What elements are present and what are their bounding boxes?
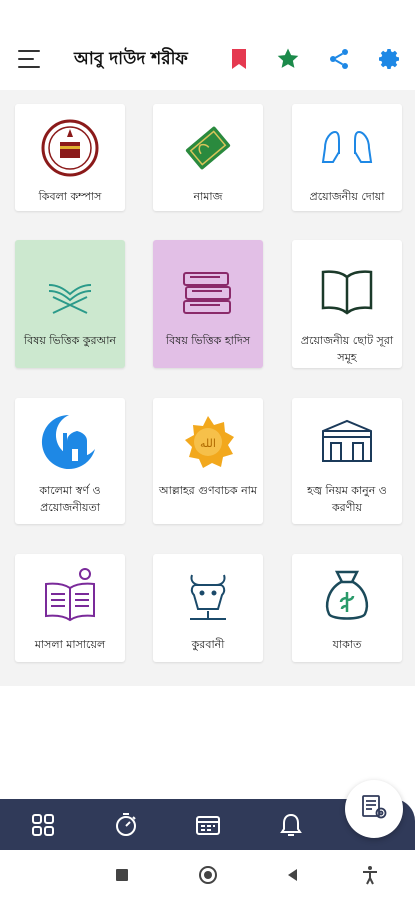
mosque-moon-icon <box>38 410 102 474</box>
grid-item-label: কিবলা কম্পাস <box>38 190 102 203</box>
allah-badge-icon: الله <box>176 410 240 474</box>
list-settings-button[interactable] <box>345 780 403 838</box>
quran-stand-icon <box>38 260 102 324</box>
prayer-mat-icon <box>176 116 240 180</box>
accessibility-icon[interactable] <box>359 864 381 886</box>
list-settings-icon <box>360 793 388 825</box>
book-idea-icon <box>38 564 102 628</box>
grid-item-label: প্রয়োজনীয় দোয়া <box>309 190 385 203</box>
grid-icon[interactable] <box>29 811 57 839</box>
books-icon <box>176 260 240 324</box>
grid-item-namaz[interactable]: নামাজ <box>153 104 263 211</box>
grid-item-hajj[interactable]: হজ্ব নিয়ম কানুন ও করণীয় <box>292 398 402 524</box>
grid-item-label: প্রয়োজনীয় ছোট সূরা সমূহ <box>300 334 394 364</box>
praying-hands-icon <box>315 116 379 180</box>
grid-item-label: কালেমা স্বর্ণ ও প্রয়োজনীয়তা <box>39 484 101 514</box>
bell-icon[interactable] <box>277 811 305 839</box>
timer-icon[interactable] <box>112 811 140 839</box>
grid-item-hadith-topics[interactable]: বিষয় ভিত্তিক হাদিস <box>153 240 263 368</box>
grid-item-dua[interactable]: প্রয়োজনীয় দোয়া <box>292 104 402 211</box>
grid-item-label: হজ্ব নিয়ম কানুন ও করণীয় <box>307 484 387 514</box>
settings-icon[interactable] <box>376 46 402 72</box>
money-bag-icon <box>315 564 379 628</box>
recents-icon[interactable] <box>111 864 133 886</box>
calendar-icon[interactable] <box>194 811 222 839</box>
back-icon[interactable] <box>282 864 304 886</box>
app-bar: আবু দাউদ শরীফ <box>0 0 415 90</box>
grid-item-label: মাসলা মাসায়েল <box>34 638 106 651</box>
app-screen: আবু দাউদ শরীফ কিবলা কম্পাস নামাজ প্রয়োজ… <box>0 0 415 900</box>
grid-item-label: যাকাত <box>332 638 362 651</box>
menu-icon[interactable] <box>14 44 44 74</box>
grid-item-label: আল্লাহর গুণবাচক নাম <box>159 484 257 497</box>
grid-item-zakat[interactable]: যাকাত <box>292 554 402 662</box>
grid-item-asmaul-husna[interactable]: الله আল্লাহর গুণবাচক নাম <box>153 398 263 524</box>
kaaba-icon <box>315 410 379 474</box>
open-book-icon <box>315 260 379 324</box>
share-icon[interactable] <box>326 46 352 72</box>
cow-icon <box>176 564 240 628</box>
grid-item-masala[interactable]: মাসলা মাসায়েল <box>15 554 125 662</box>
grid-item-kalema[interactable]: কালেমা স্বর্ণ ও প্রয়োজনীয়তা <box>15 398 125 524</box>
app-title: আবু দাউদ শরীফ <box>74 46 192 74</box>
grid-item-label: বিষয় ভিত্তিক হাদিস <box>165 334 251 347</box>
feature-grid: কিবলা কম্পাস নামাজ প্রয়োজনীয় দোয়া বিষ… <box>0 90 415 686</box>
grid-item-label: নামাজ <box>193 190 223 203</box>
svg-text:الله: الله <box>200 437 216 450</box>
grid-item-qurbani[interactable]: কুরবানী <box>153 554 263 662</box>
grid-item-qibla[interactable]: কিবলা কম্পাস <box>15 104 125 211</box>
grid-item-quran-topics[interactable]: বিষয় ভিত্তিক কুরআন <box>15 240 125 368</box>
system-nav <box>0 850 415 900</box>
grid-item-short-surah[interactable]: প্রয়োজনীয় ছোট সূরা সমূহ <box>292 240 402 368</box>
star-icon[interactable] <box>275 46 301 72</box>
grid-item-label: কুরবানী <box>191 638 225 651</box>
bookmark-icon[interactable] <box>226 46 252 72</box>
qibla-compass-icon <box>38 116 102 180</box>
home-icon[interactable] <box>197 864 219 886</box>
grid-item-label: বিষয় ভিত্তিক কুরআন <box>23 334 116 347</box>
